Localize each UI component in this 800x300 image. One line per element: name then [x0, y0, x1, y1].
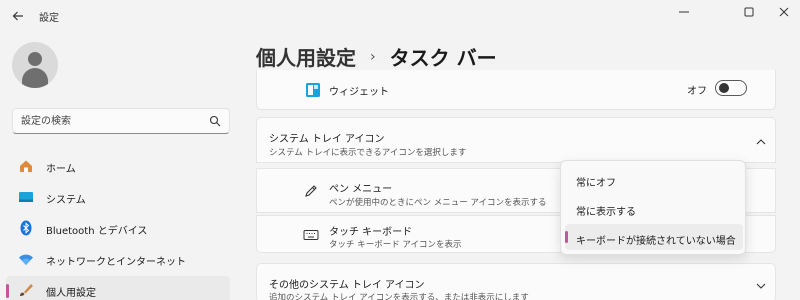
dropdown-option-label: 常にオフ: [576, 178, 616, 189]
sidebar-item-bluetooth[interactable]: Bluetooth とデバイス: [6, 214, 230, 242]
page-title: タスク バー: [389, 46, 497, 70]
other-tray-title: その他のシステム トレイ アイコン: [269, 280, 425, 291]
pen-menu-description: ペンが使用中のときにペン メニュー アイコンを表示する: [329, 198, 547, 208]
close-icon: [779, 7, 789, 17]
touch-keyboard-description: タッチ キーボード アイコンを表示: [329, 240, 462, 250]
other-tray-icons-section[interactable]: その他のシステム トレイ アイコン 追加のシステム トレイ アイコンを表示する、…: [256, 263, 776, 300]
search-box[interactable]: [12, 108, 230, 134]
sidebar-item-label: Bluetooth とデバイス: [46, 226, 148, 237]
avatar-body: [22, 68, 48, 88]
breadcrumb-parent[interactable]: 個人用設定: [256, 42, 356, 71]
avatar[interactable]: [12, 42, 58, 88]
home-icon: [20, 160, 32, 172]
back-button[interactable]: [8, 6, 28, 26]
touch-keyboard-title: タッチ キーボード: [329, 227, 413, 238]
breadcrumb-separator: ›: [370, 48, 376, 65]
wifi-icon: [19, 254, 33, 265]
pen-menu-title: ペン メニュー: [329, 184, 393, 195]
tray-option-dropdown: 常にオフ 常に表示する キーボードが接続されていない場合: [560, 160, 746, 255]
widget-label: ウィジェット: [329, 87, 389, 98]
dropdown-option-always-off[interactable]: 常にオフ: [565, 166, 743, 192]
system-tray-description: システム トレイに表示できるアイコンを選択します: [269, 148, 467, 158]
widget-setting-card: ウィジェット オフ: [256, 70, 776, 110]
breadcrumb: 個人用設定 › タスク バー: [256, 42, 497, 71]
dropdown-option-when-no-keyboard[interactable]: キーボードが接続されていない場合: [565, 224, 743, 250]
sidebar-item-label: ホーム: [46, 164, 76, 175]
system-tray-title: システム トレイ アイコン: [269, 134, 385, 145]
chevron-up-icon[interactable]: [755, 136, 767, 148]
widget-icon: [306, 83, 320, 97]
title-bar: 設定: [0, 0, 800, 32]
pen-icon: [305, 185, 317, 197]
search-input[interactable]: [21, 114, 201, 128]
sidebar-item-personalization[interactable]: 個人用設定: [6, 276, 230, 300]
system-icon: [19, 192, 33, 202]
sidebar-item-label: システム: [46, 195, 86, 206]
widget-toggle-state: オフ: [687, 86, 707, 97]
dropdown-option-label: 常に表示する: [576, 207, 636, 218]
maximize-icon: [744, 7, 754, 17]
sidebar-item-label: ネットワークとインターネット: [46, 257, 186, 268]
sidebar-item-network[interactable]: ネットワークとインターネット: [6, 245, 230, 273]
search-icon[interactable]: [209, 115, 221, 127]
minimize-icon: [679, 11, 689, 13]
dropdown-option-label: キーボードが接続されていない場合: [576, 236, 736, 247]
back-arrow-icon: [12, 11, 23, 21]
dropdown-option-always-show[interactable]: 常に表示する: [565, 195, 743, 221]
app-title: 設定: [39, 13, 59, 24]
system-tray-section[interactable]: システム トレイ アイコン システム トレイに表示できるアイコンを選択します: [256, 117, 776, 163]
close-button[interactable]: [761, 0, 800, 24]
bluetooth-icon: [20, 220, 32, 236]
sidebar-item-system[interactable]: システム: [6, 183, 230, 211]
widget-toggle[interactable]: [715, 80, 747, 96]
personalization-icon: [20, 284, 33, 296]
chevron-down-icon[interactable]: [755, 280, 767, 292]
avatar-head: [28, 52, 42, 66]
keyboard-icon: [303, 230, 319, 240]
minimize-button[interactable]: [661, 0, 707, 24]
toggle-knob: [719, 83, 729, 93]
other-tray-description: 追加のシステム トレイ アイコンを表示する、または非表示にします: [269, 293, 529, 300]
sidebar-item-home[interactable]: ホーム: [6, 152, 230, 180]
sidebar-item-label: 個人用設定: [46, 288, 96, 299]
